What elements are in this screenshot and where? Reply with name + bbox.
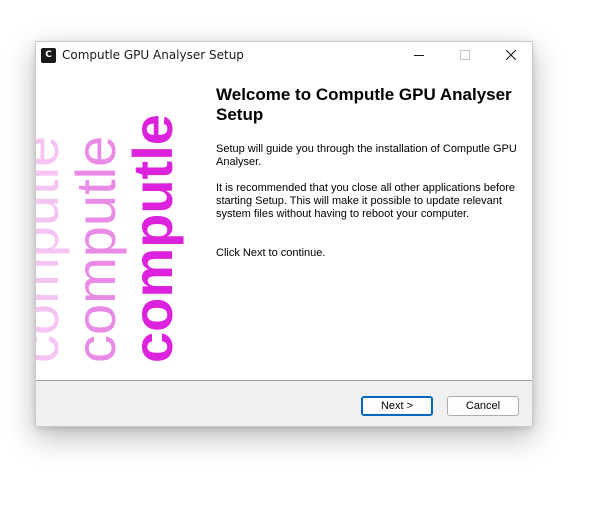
intro-text: Setup will guide you through the install… [216,143,517,168]
minimize-icon [414,55,424,56]
minimize-button[interactable] [396,42,442,69]
app-icon: C [41,48,56,63]
computle-logo-banner: computle computle computle [36,114,184,363]
installer-window: C Computle GPU Analyser Setup computle c… [35,41,533,427]
window-title: Computle GPU Analyser Setup [62,48,244,62]
maximize-button [442,42,488,69]
next-button[interactable]: Next > [361,396,433,416]
continue-instruction-text: Click Next to continue. [216,247,326,259]
welcome-banner: computle computle computle [36,69,201,380]
recommendation-text: It is recommended that you close all oth… [216,182,515,220]
banner-word-medium: computle [64,136,127,363]
welcome-content: Welcome to Computle GPU Analyser Setup S… [201,69,532,380]
maximize-icon [460,50,470,60]
banner-word-bold: computle [121,114,184,363]
title-bar[interactable]: C Computle GPU Analyser Setup [36,42,532,69]
button-bar: Next > Cancel [36,381,532,426]
close-button[interactable] [488,42,534,69]
cancel-button[interactable]: Cancel [447,396,519,416]
page-title: Welcome to Computle GPU Analyser Setup [216,85,512,124]
close-icon [506,50,516,60]
